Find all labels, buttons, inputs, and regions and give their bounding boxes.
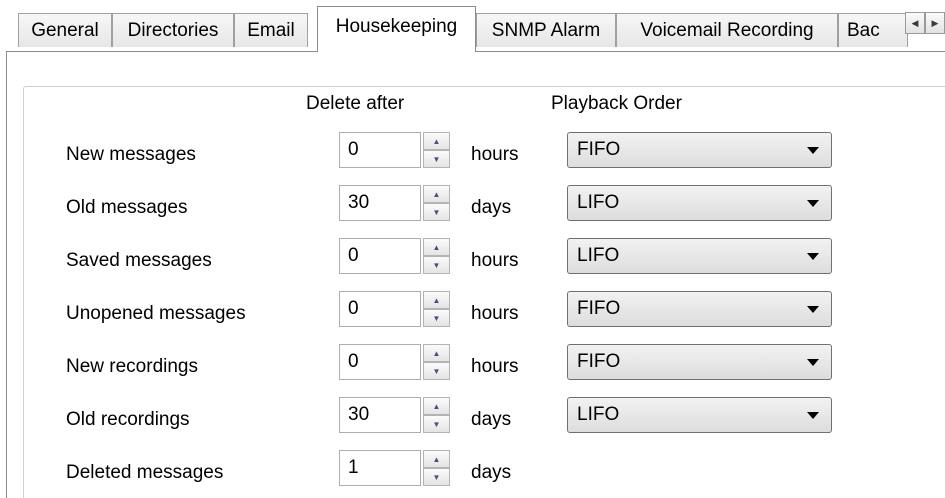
saved-messages-spinner: ▲ ▼	[423, 238, 450, 274]
tab-voicemail-recording[interactable]: Voicemail Recording	[616, 13, 838, 47]
chevron-down-icon	[807, 412, 819, 419]
unopened-messages-playback-value: FIFO	[577, 298, 621, 319]
chevron-down-icon	[807, 253, 819, 260]
row-label-old-messages: Old messages	[66, 197, 188, 218]
spin-down-icon[interactable]: ▼	[423, 362, 450, 380]
spin-down-icon[interactable]: ▼	[423, 309, 450, 327]
old-recordings-playback-select[interactable]: LIFO	[567, 397, 832, 433]
new-messages-delete-input[interactable]	[339, 132, 421, 168]
unopened-messages-playback-select[interactable]: FIFO	[567, 291, 832, 327]
delete-after-header: Delete after	[306, 93, 405, 114]
new-messages-playback-value: FIFO	[577, 139, 621, 160]
spin-down-icon[interactable]: ▼	[423, 150, 450, 168]
chevron-down-icon	[807, 200, 819, 207]
new-recordings-playback-select[interactable]: FIFO	[567, 344, 832, 380]
tab-housekeeping[interactable]: Housekeeping	[317, 6, 476, 52]
housekeeping-tab-page: Delete after Playback Order New messages…	[6, 51, 945, 498]
old-messages-delete-input[interactable]	[339, 185, 421, 221]
deleted-messages-unit: days	[471, 462, 512, 483]
old-messages-playback-value: LIFO	[577, 192, 620, 213]
spin-down-icon[interactable]: ▼	[423, 203, 450, 221]
spin-up-icon[interactable]: ▲	[423, 132, 450, 150]
unopened-messages-unit: hours	[471, 303, 519, 324]
old-recordings-delete-input[interactable]	[339, 397, 421, 433]
chevron-down-icon	[807, 147, 819, 154]
spin-up-icon[interactable]: ▲	[423, 185, 450, 203]
spin-down-icon[interactable]: ▼	[423, 256, 450, 274]
scroll-left-icon[interactable]: ◀	[905, 12, 925, 34]
old-recordings-playback-value: LIFO	[577, 404, 620, 425]
new-messages-unit: hours	[471, 144, 519, 165]
spin-up-icon[interactable]: ▲	[423, 291, 450, 309]
new-recordings-playback-value: FIFO	[577, 351, 621, 372]
new-recordings-spinner: ▲ ▼	[423, 344, 450, 380]
unopened-messages-delete-input[interactable]	[339, 291, 421, 327]
tab-backup[interactable]: Bac	[838, 13, 908, 47]
old-recordings-spinner: ▲ ▼	[423, 397, 450, 433]
row-label-deleted-messages: Deleted messages	[66, 462, 224, 483]
row-label-new-recordings: New recordings	[66, 356, 198, 377]
tab-directories[interactable]: Directories	[112, 13, 234, 47]
new-messages-playback-select[interactable]: FIFO	[567, 132, 832, 168]
saved-messages-playback-select[interactable]: LIFO	[567, 238, 832, 274]
unopened-messages-spinner: ▲ ▼	[423, 291, 450, 327]
new-messages-spinner: ▲ ▼	[423, 132, 450, 168]
spin-up-icon[interactable]: ▲	[423, 397, 450, 415]
housekeeping-group-box: Delete after Playback Order New messages…	[23, 86, 945, 498]
spin-up-icon[interactable]: ▲	[423, 450, 450, 468]
old-messages-playback-select[interactable]: LIFO	[567, 185, 832, 221]
row-label-old-recordings: Old recordings	[66, 409, 190, 430]
chevron-down-icon	[807, 306, 819, 313]
old-messages-spinner: ▲ ▼	[423, 185, 450, 221]
row-label-unopened-messages: Unopened messages	[66, 303, 246, 324]
saved-messages-playback-value: LIFO	[577, 245, 620, 266]
old-messages-unit: days	[471, 197, 512, 218]
tab-strip: General Directories Email Housekeeping S…	[0, 0, 945, 52]
old-recordings-unit: days	[471, 409, 512, 430]
row-label-new-messages: New messages	[66, 144, 196, 165]
deleted-messages-spinner: ▲ ▼	[423, 450, 450, 486]
spin-down-icon[interactable]: ▼	[423, 415, 450, 433]
spin-up-icon[interactable]: ▲	[423, 344, 450, 362]
new-recordings-unit: hours	[471, 356, 519, 377]
deleted-messages-delete-input[interactable]	[339, 450, 421, 486]
chevron-down-icon	[807, 359, 819, 366]
saved-messages-unit: hours	[471, 250, 519, 271]
spin-down-icon[interactable]: ▼	[423, 468, 450, 486]
row-label-saved-messages: Saved messages	[66, 250, 212, 271]
spin-up-icon[interactable]: ▲	[423, 238, 450, 256]
tab-snmp-alarm[interactable]: SNMP Alarm	[476, 13, 616, 47]
tab-scroll-buttons: ◀ ▶	[905, 12, 945, 34]
scroll-right-icon[interactable]: ▶	[925, 12, 945, 34]
saved-messages-delete-input[interactable]	[339, 238, 421, 274]
new-recordings-delete-input[interactable]	[339, 344, 421, 380]
playback-order-header: Playback Order	[551, 93, 682, 114]
housekeeping-dialog: General Directories Email Housekeeping S…	[0, 0, 945, 498]
tab-email[interactable]: Email	[234, 13, 308, 47]
tab-general[interactable]: General	[18, 13, 112, 47]
